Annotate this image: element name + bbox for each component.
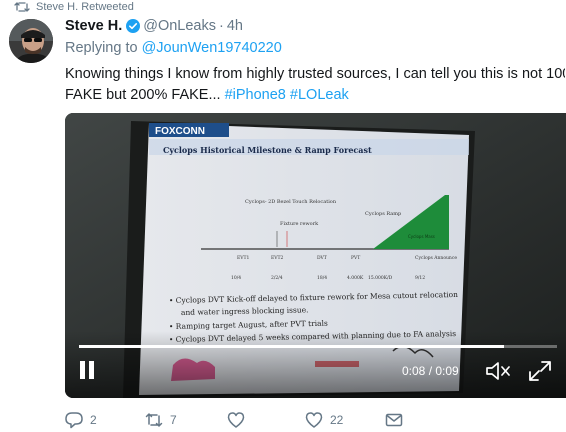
slide-label-mass: Cyclops Mass [408, 234, 435, 239]
slide-date-0: 10/4 [231, 275, 241, 281]
slide-milestone-4: Cyclops Announce [415, 255, 457, 261]
slide-milestone-1: EVT2 [271, 255, 284, 261]
slide-milestone-0: EVT1 [237, 255, 250, 261]
like-count: 22 [330, 413, 344, 427]
slide-date-4: 15.000K/D [368, 275, 393, 281]
time-separator: / [425, 364, 436, 378]
tweet-text-line-1: Knowing things I know from highly truste… [65, 66, 565, 82]
slide-milestone-2: DVT [317, 255, 327, 261]
duration: 0:09 [435, 364, 459, 378]
replying-prefix: Replying to [65, 40, 142, 56]
pause-button[interactable] [77, 359, 97, 381]
hashtag-loleak[interactable]: #LOLeak [290, 87, 349, 103]
slide-date-5: 9/12 [415, 275, 425, 281]
video-controls: 0:08 / 0:09 [65, 351, 566, 391]
retweet-context[interactable]: Steve H. Retweeted [14, 0, 134, 14]
video-scrubber[interactable] [79, 345, 557, 348]
current-time: 0:08 [402, 364, 426, 378]
slide-milestone-3: PVT [351, 255, 360, 261]
video-progress-fill [79, 345, 505, 348]
slide-date-1: 2/2/4 [271, 275, 283, 281]
hashtag-iphone8[interactable]: #iPhone8 [225, 87, 286, 103]
time-display: 0:08 / 0:09 [402, 364, 459, 378]
fullscreen-icon [529, 361, 551, 381]
tweet-text: Knowing things I know from highly truste… [65, 64, 565, 106]
slide-title: Cyclops Historical Milestone & Ramp Fore… [163, 145, 372, 155]
slide-label-rework: Fixture rework [280, 221, 319, 227]
author-handle[interactable]: @OnLeaks [143, 18, 216, 34]
retweet-label: Steve H. Retweeted [36, 1, 134, 13]
slide-logo: FOXCONN [155, 126, 205, 137]
verified-badge-icon [126, 19, 141, 33]
pause-icon [80, 361, 94, 379]
fullscreen-button[interactable] [528, 360, 552, 382]
retweet-action-icon [145, 413, 163, 427]
slide-date-2: 18/4 [317, 275, 327, 281]
reply-icon [65, 412, 83, 429]
timestamp[interactable]: 4h [227, 18, 243, 34]
author-name[interactable]: Steve H. [65, 18, 122, 34]
envelope-icon [385, 413, 403, 427]
mute-button[interactable] [485, 360, 511, 382]
tweet-actions: 2 7 22 [65, 410, 405, 430]
reply-count: 2 [90, 413, 97, 427]
reply-button[interactable]: 2 [65, 410, 97, 430]
retweet-icon [14, 1, 30, 13]
separator-dot: · [219, 18, 224, 34]
retweet-count: 7 [170, 413, 177, 427]
heart-outline-icon [305, 412, 323, 428]
reply-target-link[interactable]: @JounWen19740220 [142, 40, 282, 56]
direct-message-button[interactable] [385, 410, 410, 430]
avatar[interactable] [9, 19, 53, 63]
like-button[interactable] [227, 410, 252, 430]
tweet-header: Steve H. @OnLeaks · 4h [65, 16, 243, 36]
replying-to: Replying to @JounWen19740220 [65, 40, 282, 56]
video-player[interactable]: FOXCONN Cyclops Historical Milestone & R… [65, 113, 566, 398]
tweet-text-line-2: FAKE but 200% FAKE... #iPhone8 #LOLeak [65, 85, 565, 106]
slide-label-ramp: Cyclops Ramp [365, 211, 401, 217]
like-count-button[interactable]: 22 [305, 410, 343, 430]
slide-label-relocation: Cyclops- 2D Bezel Touch Relocation [245, 199, 337, 205]
speaker-muted-icon [486, 362, 510, 380]
heart-icon [227, 412, 245, 428]
tweet-text-line-2-prefix: FAKE but 200% FAKE... [65, 87, 225, 103]
retweet-button[interactable]: 7 [145, 410, 177, 430]
slide-date-3: 4.000K [347, 275, 364, 281]
